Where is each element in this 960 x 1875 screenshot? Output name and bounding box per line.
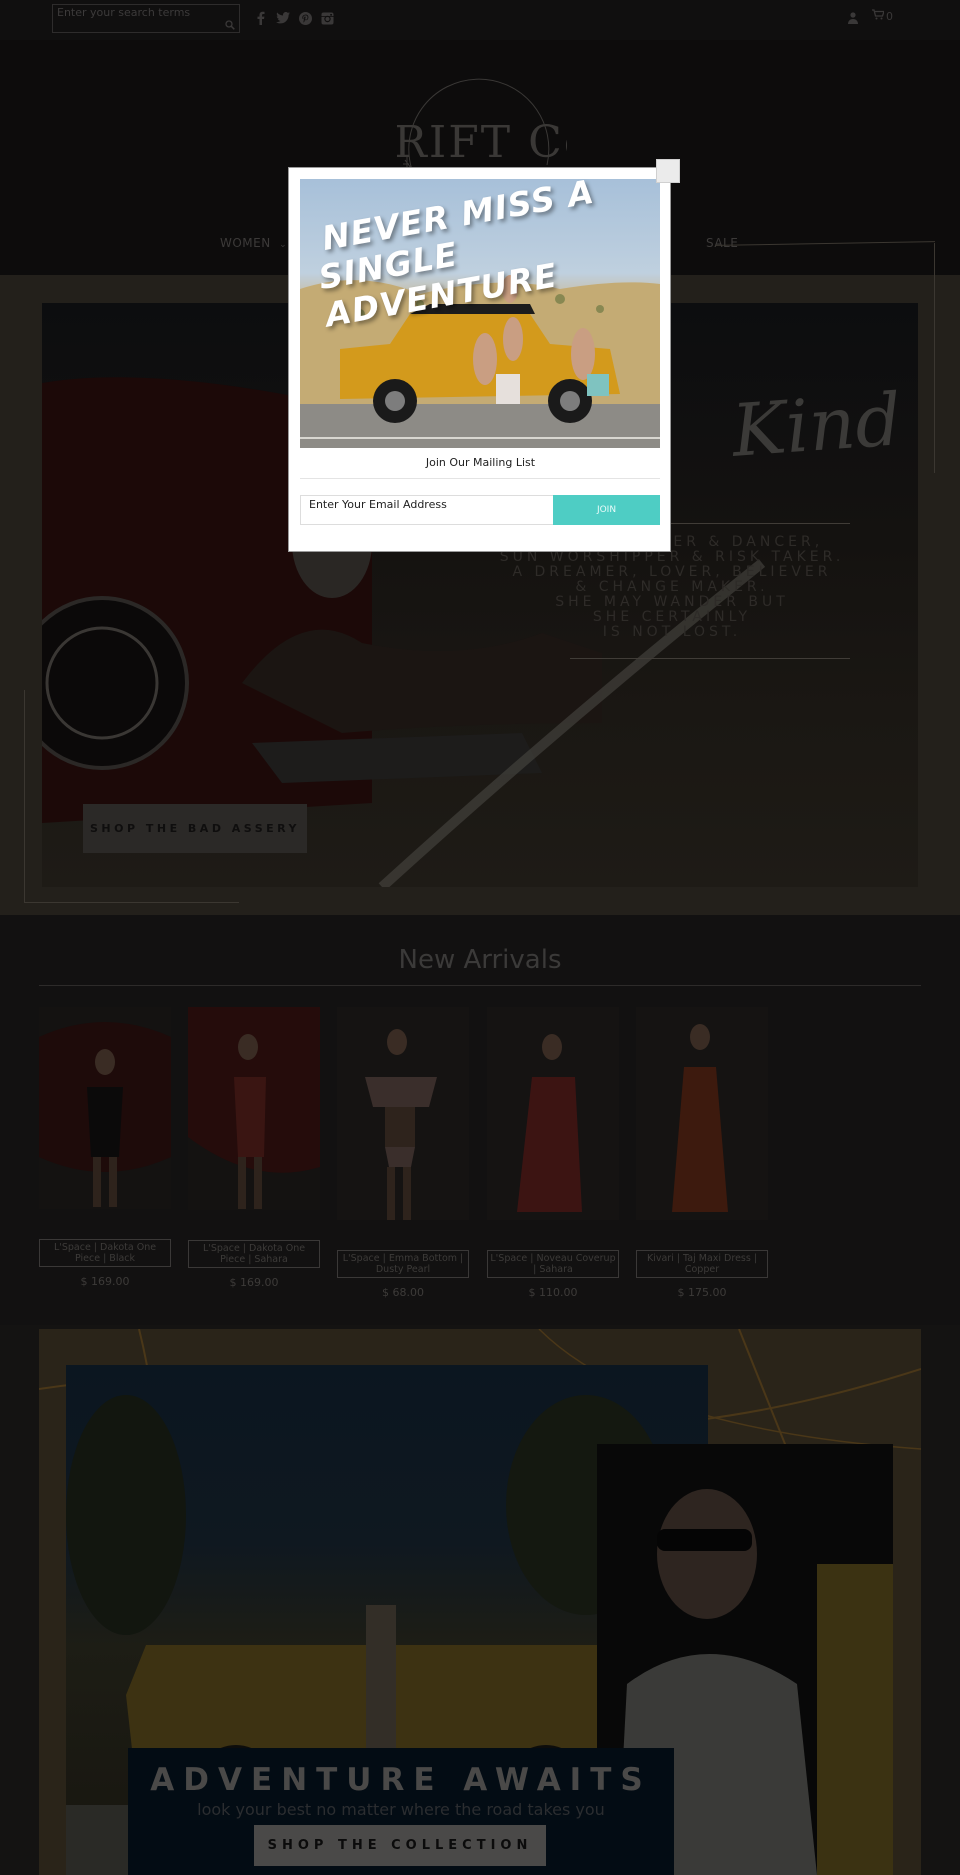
modal-hero-image: NEVER MISS A SINGLE ADVENTURE (300, 179, 660, 448)
chevron-down-icon: ⌄ (279, 240, 288, 250)
product-price: $ 68.00 (382, 1286, 424, 1299)
twitter-icon[interactable] (276, 10, 290, 26)
nav-item-sale[interactable]: SALE (706, 236, 738, 250)
search-icon[interactable] (225, 15, 235, 30)
cart-link[interactable]: 0 (872, 9, 893, 23)
product-name-link[interactable]: L'Space | Noveau Coverup | Sahara (487, 1250, 619, 1278)
top-bar: 0 (0, 0, 960, 40)
product-image[interactable] (188, 1007, 320, 1210)
page: 0 DRIFT Co. WOMEN ⌄ SALE (0, 0, 960, 1875)
adventure-subtitle: look your best no matter where the road … (197, 1800, 605, 1819)
join-button[interactable]: JOIN (553, 495, 660, 525)
product-image[interactable] (636, 1007, 768, 1220)
adventure-section: ADVENTURE AWAITS look your best no matte… (0, 1325, 960, 1875)
product-card[interactable]: L'Space | Noveau Coverup | Sahara $ 110.… (487, 1007, 619, 1299)
search-input[interactable] (53, 5, 239, 32)
product-image[interactable] (337, 1007, 469, 1220)
modal-title: Join Our Mailing List (425, 456, 536, 469)
hero-frame-right-side (934, 243, 935, 473)
product-card[interactable]: L'Space | Dakota One Piece | Sahara $ 16… (188, 1007, 320, 1289)
product-name-link[interactable]: L'Space | Dakota One Piece | Sahara (188, 1240, 320, 1268)
adventure-title: ADVENTURE AWAITS (150, 1762, 652, 1798)
email-field[interactable] (300, 495, 553, 525)
account-icon[interactable] (848, 9, 858, 24)
modal-close-button[interactable] (656, 159, 680, 183)
cart-icon (872, 9, 885, 23)
product-price: $ 175.00 (677, 1286, 727, 1299)
product-price: $ 169.00 (229, 1276, 279, 1289)
cart-count: 0 (886, 9, 893, 23)
social-links (254, 10, 334, 26)
nav-item-women[interactable]: WOMEN ⌄ (220, 236, 287, 250)
new-arrivals-title: New Arrivals (398, 945, 562, 975)
product-name-link[interactable]: Kivari | Taj Maxi Dress | Copper (636, 1250, 768, 1278)
facebook-icon[interactable] (254, 10, 268, 26)
product-image[interactable] (487, 1007, 619, 1220)
modal-divider (300, 478, 660, 479)
product-card[interactable]: L'Space | Emma Bottom | Dusty Pearl $ 68… (337, 1007, 469, 1299)
product-name-link[interactable]: L'Space | Emma Bottom | Dusty Pearl (337, 1250, 469, 1278)
hero-frame-left (24, 690, 25, 902)
product-image[interactable] (39, 1007, 171, 1209)
product-price: $ 169.00 (80, 1275, 130, 1288)
hero-script-title: Kind (729, 377, 905, 473)
product-card[interactable]: Kivari | Taj Maxi Dress | Copper $ 175.0… (636, 1007, 768, 1299)
shop-bad-assery-button[interactable]: SHOP THE BAD ASSERY (83, 804, 307, 853)
product-card[interactable]: L'Space | Dakota One Piece | Black $ 169… (39, 1007, 171, 1288)
instagram-icon[interactable] (320, 10, 334, 26)
newsletter-modal: NEVER MISS A SINGLE ADVENTURE Join Our M… (288, 167, 671, 552)
product-name-link[interactable]: L'Space | Dakota One Piece | Black (39, 1239, 171, 1267)
new-arrivals-section: New Arrivals L'Space | Dakota One Piece … (0, 915, 960, 1325)
poem-divider-bottom (570, 658, 850, 659)
search-box (52, 4, 240, 33)
product-price: $ 110.00 (528, 1286, 578, 1299)
logo-text: DRIFT Co. (397, 117, 567, 168)
hero-frame-bottom (24, 902, 239, 903)
pinterest-icon[interactable] (298, 10, 312, 26)
shop-collection-button[interactable]: SHOP THE COLLECTION (254, 1825, 546, 1866)
new-arrivals-divider (39, 985, 921, 986)
adventure-banner: ADVENTURE AWAITS look your best no matte… (128, 1748, 674, 1875)
